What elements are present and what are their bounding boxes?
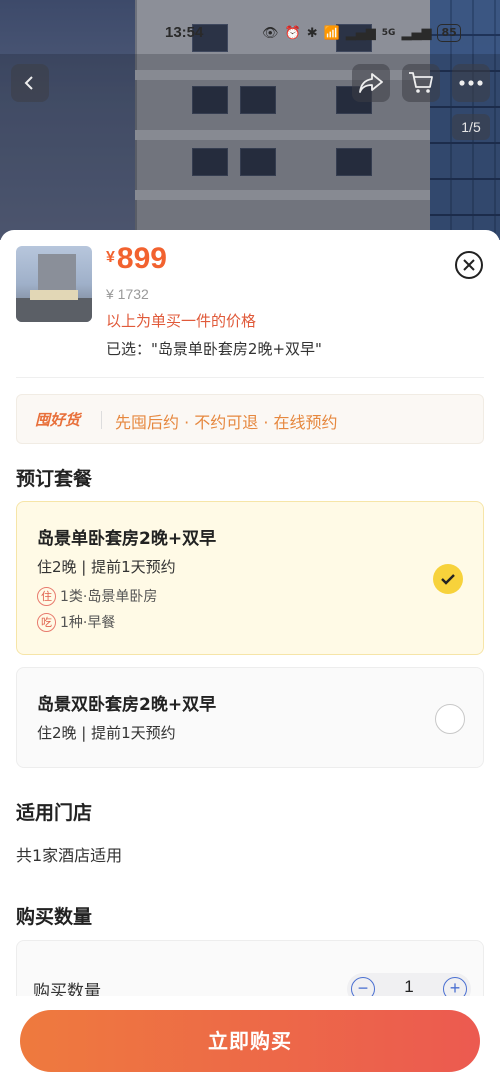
status-time: 13:54 bbox=[165, 24, 204, 41]
package-name: 岛景双卧套房2晚+双早 bbox=[37, 695, 217, 715]
selected-check-icon bbox=[433, 564, 463, 594]
unselected-radio-icon bbox=[435, 704, 465, 734]
network-type: 5G bbox=[381, 28, 396, 38]
package-option[interactable]: 岛景单卧套房2晚+双早 住2晚 | 提前1天预约 住 1类·岛景单卧房 吃 1种… bbox=[16, 501, 484, 655]
package-name: 岛景单卧套房2晚+双早 bbox=[37, 529, 217, 549]
promo-text: 先囤后约 · 不约可退 · 在线预约 bbox=[115, 413, 338, 432]
product-thumbnail[interactable] bbox=[16, 246, 92, 322]
original-price: ¥ 1732 bbox=[106, 286, 149, 302]
price-value: 899 bbox=[116, 242, 167, 275]
selected-option-text: 已选："岛景单卧套房2晚+双早" bbox=[106, 340, 322, 358]
quantity-section-title: 购买数量 bbox=[16, 906, 93, 928]
package-subtitle: 住2晚 | 提前1天预约 bbox=[37, 558, 176, 576]
promo-logo: 囤好货 bbox=[35, 411, 81, 429]
chevron-left-icon bbox=[24, 76, 33, 90]
package-item: 住 1类·岛景单卧房 bbox=[37, 586, 157, 606]
currency-symbol: ¥ bbox=[106, 249, 115, 266]
meal-tag: 吃 bbox=[37, 612, 56, 632]
package-option[interactable]: 岛景双卧套房2晚+双早 住2晚 | 提前1天预约 bbox=[16, 667, 484, 768]
booking-section-title: 预订套餐 bbox=[16, 468, 93, 490]
quantity-value[interactable]: 1 bbox=[399, 977, 419, 997]
close-button[interactable] bbox=[455, 251, 483, 279]
package-subtitle: 住2晚 | 提前1天预约 bbox=[37, 724, 176, 742]
signal-icon: ▂▄▆ bbox=[401, 25, 432, 41]
wifi-icon: 📶 bbox=[323, 25, 340, 41]
signal-icon: ▂▄▆ bbox=[345, 25, 376, 41]
status-bar: 13:54 👁 ⏰ ✱ 📶 ▂▄▆ 5G ▂▄▆ 85 bbox=[0, 20, 500, 50]
cart-icon bbox=[409, 72, 433, 93]
sku-selector-sheet: ¥899 ¥ 1732 以上为单买一件的价格 已选："岛景单卧套房2晚+双早" … bbox=[0, 230, 500, 1085]
cart-button[interactable] bbox=[402, 64, 440, 102]
alarm-icon: ⏰ bbox=[284, 25, 301, 41]
buy-now-button[interactable]: 立即购买 bbox=[20, 1010, 480, 1072]
bottom-action-bar: 立即购买 bbox=[0, 996, 500, 1085]
promo-banner: 囤好货 先囤后约 · 不约可退 · 在线预约 bbox=[16, 394, 484, 444]
more-icon bbox=[459, 80, 483, 86]
close-icon bbox=[463, 259, 475, 271]
divider bbox=[16, 377, 484, 378]
stores-section-title: 适用门店 bbox=[16, 802, 93, 824]
bluetooth-icon: ✱ bbox=[306, 25, 318, 41]
package-item-text: 1类·岛景单卧房 bbox=[60, 589, 158, 605]
more-button[interactable] bbox=[452, 64, 490, 102]
package-item-text: 1种·早餐 bbox=[60, 615, 116, 631]
battery-icon: 85 bbox=[437, 24, 461, 42]
package-item: 吃 1种·早餐 bbox=[37, 612, 115, 632]
status-icons: 👁 ⏰ ✱ 📶 ▂▄▆ 5G ▂▄▆ 85 bbox=[262, 24, 461, 42]
current-price: ¥899 bbox=[106, 242, 167, 276]
store-count-text[interactable]: 共1家酒店适用 bbox=[16, 842, 122, 866]
back-button[interactable] bbox=[11, 64, 49, 102]
share-icon bbox=[359, 73, 383, 93]
gallery-page-indicator: 1/5 bbox=[452, 114, 490, 140]
stay-tag: 住 bbox=[37, 586, 56, 606]
share-button[interactable] bbox=[352, 64, 390, 102]
eye-icon: 👁 bbox=[262, 25, 279, 41]
price-note: 以上为单买一件的价格 bbox=[106, 312, 257, 330]
